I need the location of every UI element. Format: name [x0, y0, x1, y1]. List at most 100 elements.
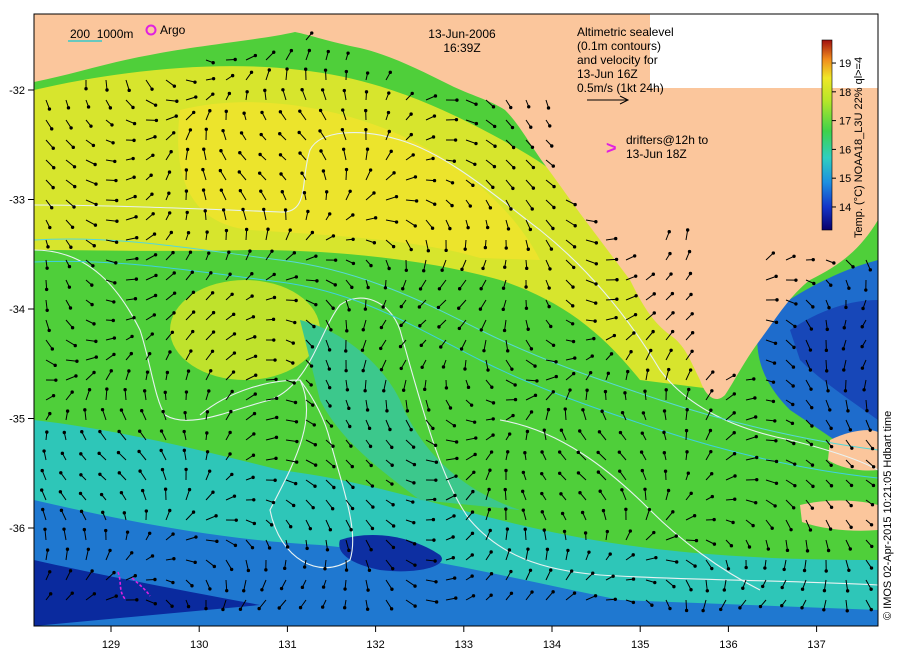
- altimetry-line-2: (0.1m contours): [577, 39, 661, 53]
- velocity-arrow-head: [409, 247, 413, 252]
- velocity-arrow-head: [559, 428, 564, 432]
- velocity-arrow-head: [329, 424, 334, 428]
- velocity-arrow-head: [775, 298, 779, 302]
- velocity-arrow-head: [510, 367, 514, 371]
- velocity-arrow-head: [44, 287, 49, 292]
- velocity-arrow-head: [399, 304, 403, 309]
- velocity-arrow-head: [793, 462, 797, 466]
- velocity-arrow-head: [97, 451, 101, 456]
- velocity-arrow-head: [45, 266, 49, 270]
- velocity-arrow-head: [631, 577, 636, 581]
- velocity-arrow-head: [413, 563, 417, 567]
- velocity-arrow-head: [302, 191, 307, 195]
- velocity-arrow-head: [89, 124, 93, 128]
- velocity-arrow-head: [51, 146, 55, 150]
- velocity-arrow-head: [137, 449, 141, 454]
- velocity-arrow-head: [364, 90, 369, 94]
- velocity-arrow-head: [507, 548, 512, 552]
- velocity-arrow-head: [430, 226, 435, 230]
- velocity-arrow-head: [594, 301, 598, 305]
- velocity-arrow-head: [824, 569, 828, 573]
- velocity-arrow-head: [785, 548, 790, 553]
- velocity-arrow-head: [802, 568, 807, 573]
- velocity-arrow-head: [47, 328, 51, 333]
- velocity-arrow-head: [93, 162, 97, 167]
- velocity-arrow-head: [342, 606, 347, 610]
- velocity-arrow-head: [193, 560, 197, 565]
- velocity-arrow-head: [68, 569, 73, 573]
- velocity-arrow-head: [790, 421, 795, 426]
- velocity-arrow-head: [692, 514, 697, 518]
- velocity-arrow-head: [667, 367, 671, 372]
- velocity-arrow-head: [674, 534, 678, 538]
- velocity-arrow-head: [454, 117, 459, 122]
- velocity-arrow-head: [729, 544, 734, 548]
- velocity-arrow-head: [693, 564, 697, 568]
- velocity-arrow-head: [670, 291, 675, 296]
- velocity-arrow-head: [160, 467, 165, 472]
- velocity-arrow-head: [251, 475, 255, 480]
- velocity-arrow-head: [710, 472, 714, 476]
- velocity-arrow-head: [134, 277, 139, 281]
- velocity-arrow-head: [530, 207, 534, 211]
- velocity-arrow-head: [110, 123, 114, 127]
- velocity-arrow-head: [454, 474, 458, 478]
- velocity-arrow-head: [59, 508, 64, 513]
- velocity-arrow-head: [365, 71, 370, 75]
- velocity-arrow-head: [364, 127, 368, 132]
- velocity-arrow-head: [471, 594, 476, 598]
- velocity-arrow-head: [470, 553, 474, 557]
- velocity-arrow-head: [114, 178, 118, 183]
- velocity-arrow-head: [48, 570, 52, 574]
- velocity-arrow-head: [478, 307, 483, 311]
- velocity-arrow-head: [252, 411, 257, 416]
- velocity-arrow-head: [405, 409, 410, 413]
- velocity-arrow-head: [182, 448, 187, 453]
- velocity-arrow-head: [86, 105, 91, 109]
- velocity-arrow-head: [302, 565, 307, 569]
- velocity-arrow-head: [167, 170, 172, 174]
- velocity-arrow-head: [92, 244, 96, 248]
- velocity-arrow-head: [351, 213, 355, 217]
- velocity-arrow-head: [80, 430, 84, 434]
- velocity-arrow-head: [864, 288, 868, 292]
- velocity-arrow-head: [399, 366, 403, 371]
- velocity-arrow-head: [331, 306, 335, 310]
- velocity-arrow-head: [826, 548, 831, 553]
- velocity-arrow-head: [308, 526, 313, 531]
- velocity-arrow-head: [664, 388, 668, 392]
- velocity-arrow-head: [712, 542, 717, 546]
- velocity-arrow-head: [231, 312, 236, 317]
- velocity-arrow-head: [573, 202, 577, 207]
- velocity-arrow-head: [434, 600, 439, 604]
- velocity-arrow-head: [472, 420, 477, 424]
- velocity-arrow-head: [92, 322, 96, 326]
- velocity-arrow-head: [668, 251, 672, 256]
- velocity-arrow-head: [549, 568, 553, 572]
- velocity-arrow-head: [789, 527, 793, 532]
- velocity-arrow-head: [509, 105, 513, 110]
- velocity-arrow-head: [411, 445, 416, 449]
- velocity-arrow-head: [274, 456, 278, 461]
- velocity-arrow-head: [365, 147, 370, 151]
- velocity-arrow-head: [389, 149, 393, 154]
- velocity-arrow-head: [754, 501, 758, 505]
- velocity-arrow-head: [559, 492, 563, 496]
- velocity-arrow-head: [279, 172, 283, 176]
- velocity-arrow-head: [533, 393, 538, 398]
- velocity-arrow-head: [578, 490, 582, 495]
- velocity-arrow-head: [513, 397, 518, 402]
- velocity-arrow-head: [46, 245, 50, 249]
- velocity-arrow-head: [154, 273, 158, 278]
- velocity-arrow-head: [509, 591, 514, 595]
- velocity-arrow-head: [451, 535, 455, 539]
- velocity-arrow-head: [822, 608, 826, 612]
- velocity-arrow-head: [135, 236, 139, 240]
- velocity-arrow-head: [688, 368, 693, 372]
- velocity-arrow-head: [521, 508, 525, 512]
- velocity-arrow-head: [65, 409, 70, 413]
- velocity-arrow-head: [291, 361, 295, 365]
- velocity-arrow-head: [175, 99, 179, 103]
- velocity-arrow-head: [675, 560, 679, 564]
- velocity-arrow-head: [209, 369, 213, 373]
